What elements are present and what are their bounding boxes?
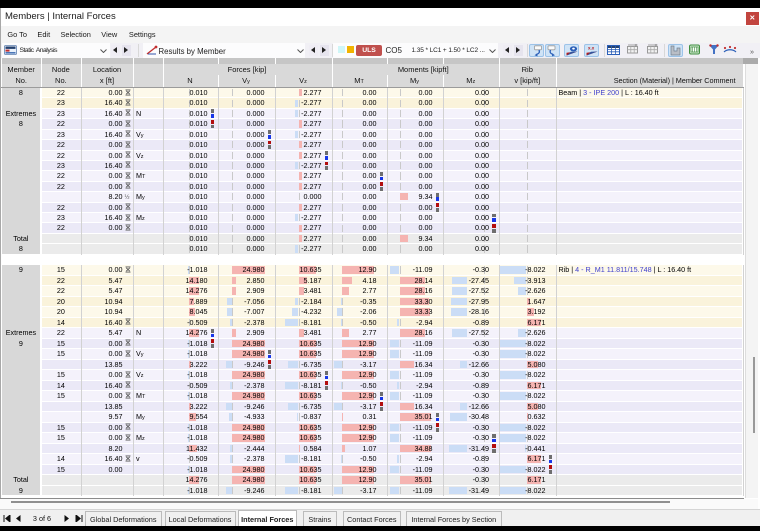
svg-text:x.x: x.x	[588, 45, 595, 50]
